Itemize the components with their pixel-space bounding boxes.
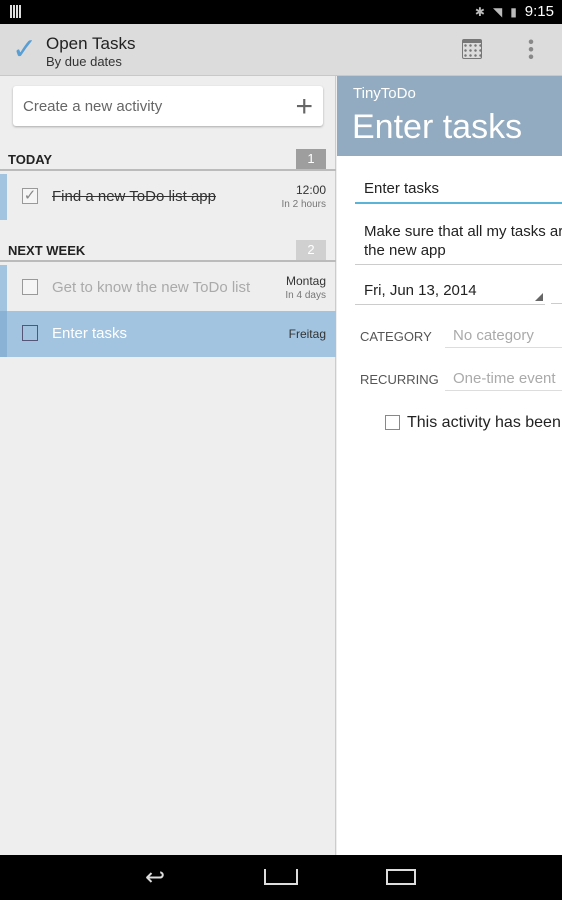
task-list-panel: Create a new activity + TODAY 1 ✓ Find a…: [0, 76, 336, 855]
section-label: TODAY: [8, 152, 53, 167]
add-icon[interactable]: +: [295, 90, 313, 124]
notification-icon: [10, 5, 22, 18]
category-label: CATEGORY: [360, 329, 432, 344]
time-picker[interactable]: [551, 282, 562, 304]
home-icon[interactable]: [264, 869, 298, 885]
task-title: Find a new ToDo list app: [52, 188, 216, 205]
description-input[interactable]: Make sure that all my tasks are the new …: [355, 222, 562, 265]
dropdown-indicator-icon: [535, 293, 543, 301]
completed-checkbox[interactable]: [385, 415, 400, 430]
section-count: 2: [296, 240, 326, 260]
task-due: 12:00: [295, 183, 326, 197]
bluetooth-icon: ✱: [474, 4, 485, 19]
completed-label: This activity has been completed: [407, 414, 562, 431]
task-due: Freitag: [288, 327, 326, 341]
task-checkbox[interactable]: [22, 325, 38, 341]
category-select[interactable]: No category: [445, 327, 562, 348]
task-title: Get to know the new ToDo list: [52, 279, 251, 296]
task-checkbox[interactable]: [22, 279, 38, 295]
description-line: the new app: [364, 242, 446, 259]
status-bar: ✱ ◥ ▮ 9:15: [0, 0, 562, 24]
section-next-week: NEXT WEEK 2: [0, 240, 336, 262]
app-check-icon[interactable]: ✓: [12, 32, 37, 67]
back-icon[interactable]: ↩: [145, 863, 165, 892]
detail-heading: Enter tasks: [352, 108, 523, 146]
clock: 9:15: [524, 3, 554, 20]
title-input[interactable]: Enter tasks: [355, 180, 562, 204]
task-detail-panel: TinyToDo Enter tasks Enter tasks Make su…: [337, 76, 562, 855]
section-today: TODAY 1: [0, 149, 336, 171]
calendar-icon[interactable]: [462, 39, 482, 59]
task-title: Enter tasks: [52, 325, 128, 342]
date-value: Fri, Jun 13, 2014: [364, 282, 477, 299]
create-placeholder: Create a new activity: [23, 98, 163, 115]
create-activity-input[interactable]: Create a new activity +: [13, 86, 323, 126]
recurring-label: RECURRING: [360, 372, 439, 387]
date-picker[interactable]: Fri, Jun 13, 2014: [355, 282, 545, 305]
navigation-bar: ↩: [0, 855, 562, 900]
battery-icon: ▮: [510, 4, 517, 19]
task-checkbox[interactable]: ✓: [22, 188, 38, 204]
section-count: 1: [296, 149, 326, 169]
task-relative-due: In 4 days: [285, 290, 326, 301]
task-row[interactable]: ✓ Find a new ToDo list app 12:00 In 2 ho…: [0, 174, 336, 220]
page-subtitle: By due dates: [46, 54, 122, 69]
task-relative-due: In 2 hours: [281, 199, 326, 210]
wifi-icon: ◥: [492, 4, 503, 19]
description-line: Make sure that all my tasks are: [364, 223, 562, 240]
page-title: Open Tasks: [46, 34, 136, 53]
action-bar: ✓ Open Tasks By due dates: [0, 24, 562, 76]
section-label: NEXT WEEK: [8, 243, 86, 258]
task-due: Montag: [285, 274, 326, 288]
recurring-select[interactable]: One-time event: [445, 370, 562, 391]
task-row-selected[interactable]: Enter tasks Freitag: [0, 311, 336, 357]
task-row[interactable]: Get to know the new ToDo list Montag In …: [0, 265, 336, 311]
overflow-menu-icon[interactable]: [528, 38, 534, 60]
detail-header: TinyToDo Enter tasks: [337, 76, 562, 156]
recent-apps-icon[interactable]: [386, 869, 416, 885]
app-name: TinyToDo: [353, 85, 416, 102]
